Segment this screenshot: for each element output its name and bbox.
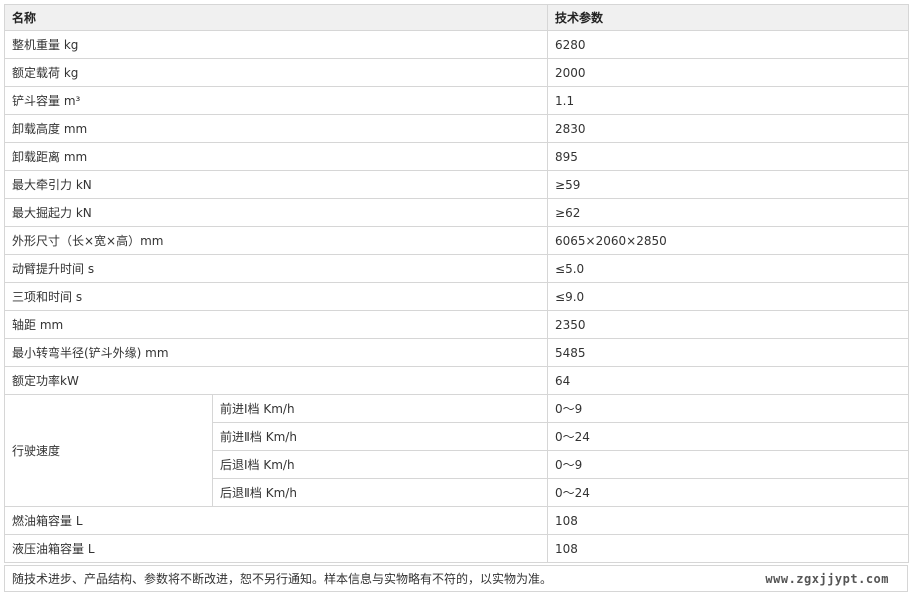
row-value: 6280 — [547, 30, 910, 59]
gear-label: 后退Ⅱ档 Km/h — [211, 478, 549, 507]
table-row: 燃油箱容量 L 108 — [3, 506, 910, 535]
table-row: 额定载荷 kg 2000 — [3, 58, 910, 87]
table-row: 行驶速度 前进Ⅰ档 Km/h 0～9 — [4, 394, 910, 507]
row-value: ≥62 — [547, 198, 910, 227]
row-label: 铲斗容量 m³ — [3, 86, 549, 115]
row-value: 64 — [547, 366, 910, 395]
gear-label: 后退Ⅰ档 Km/h — [211, 450, 549, 479]
row-label: 三项和时间 s — [3, 282, 549, 311]
table-row: 外形尺寸（长×宽×高）mm 6065×2060×2850 — [3, 226, 910, 255]
disclaimer-note: 随技术进步、产品结构、参数将不断改进，恕不另行通知。样本信息与实物略有不符的，以… — [12, 572, 553, 586]
row-label: 额定载荷 kg — [3, 58, 549, 87]
spec-table: 名称 技术参数 整机重量 kg 6280 额定载荷 kg 2000 铲斗容量 m³ 1… — [3, 4, 910, 563]
gear-value: 0～9 — [547, 450, 910, 479]
table-row: 动臂提升时间 s ≤5.0 — [3, 254, 910, 283]
row-value: ≤5.0 — [547, 254, 910, 283]
row-label: 外形尺寸（长×宽×高）mm — [3, 226, 549, 255]
row-value: ≤9.0 — [547, 282, 910, 311]
row-value: 1.1 — [547, 86, 910, 115]
table-row: 卸载高度 mm 2830 — [3, 114, 910, 143]
spec-table-wrapper: 名称 技术参数 整机重量 kg 6280 额定载荷 kg 2000 铲斗容量 m³ 1… — [3, 4, 910, 563]
table-row: 最大掘起力 kN ≥62 — [3, 198, 910, 227]
gear-value: 0～9 — [547, 394, 910, 423]
table-row: 液压油箱容量 L 108 — [3, 534, 910, 563]
row-value: ≥59 — [547, 170, 910, 199]
row-value: 895 — [547, 142, 910, 171]
header-name: 名称 — [3, 4, 549, 31]
row-value: 108 — [547, 534, 910, 563]
gear-label: 前进Ⅰ档 Km/h — [211, 394, 549, 423]
row-label: 卸载距离 mm — [3, 142, 549, 171]
footer-note-row: 随技术进步、产品结构、参数将不断改进，恕不另行通知。样本信息与实物略有不符的，以… — [4, 565, 908, 592]
table-row: 铲斗容量 m³ 1.1 — [3, 86, 910, 115]
row-label: 轴距 mm — [3, 310, 549, 339]
gear-label: 前进Ⅱ档 Km/h — [211, 422, 549, 451]
table-row: 轴距 mm 2350 — [3, 310, 910, 339]
row-value: 2000 — [547, 58, 910, 87]
row-label: 最小转弯半径(铲斗外缘) mm — [3, 338, 549, 367]
row-label: 动臂提升时间 s — [3, 254, 549, 283]
table-row: 额定功率kW 64 — [3, 366, 910, 395]
row-value: 5485 — [547, 338, 910, 367]
row-label: 卸载高度 mm — [3, 114, 549, 143]
table-row: 卸载距离 mm 895 — [3, 142, 910, 171]
row-value: 2350 — [547, 310, 910, 339]
row-value: 6065×2060×2850 — [547, 226, 910, 255]
row-label: 额定功率kW — [3, 366, 549, 395]
row-label: 最大掘起力 kN — [3, 198, 549, 227]
gear-value: 0～24 — [547, 478, 910, 507]
table-row: 三项和时间 s ≤9.0 — [3, 282, 910, 311]
table-row: 整机重量 kg 6280 — [3, 30, 910, 59]
row-label: 燃油箱容量 L — [3, 506, 549, 535]
table-row: 最小转弯半径(铲斗外缘) mm 5485 — [3, 338, 910, 367]
table-header-row: 名称 技术参数 — [3, 4, 910, 31]
row-value: 108 — [547, 506, 910, 535]
row-value: 2830 — [547, 114, 910, 143]
table-row: 最大牵引力 kN ≥59 — [3, 170, 910, 199]
row-label: 整机重量 kg — [3, 30, 549, 59]
row-label: 液压油箱容量 L — [3, 534, 549, 563]
site-watermark: www.zgxjjypt.com — [765, 571, 889, 586]
header-value: 技术参数 — [547, 4, 910, 31]
travel-speed-label: 行驶速度 — [4, 394, 213, 507]
gear-value: 0～24 — [547, 422, 910, 451]
row-label: 最大牵引力 kN — [3, 170, 549, 199]
